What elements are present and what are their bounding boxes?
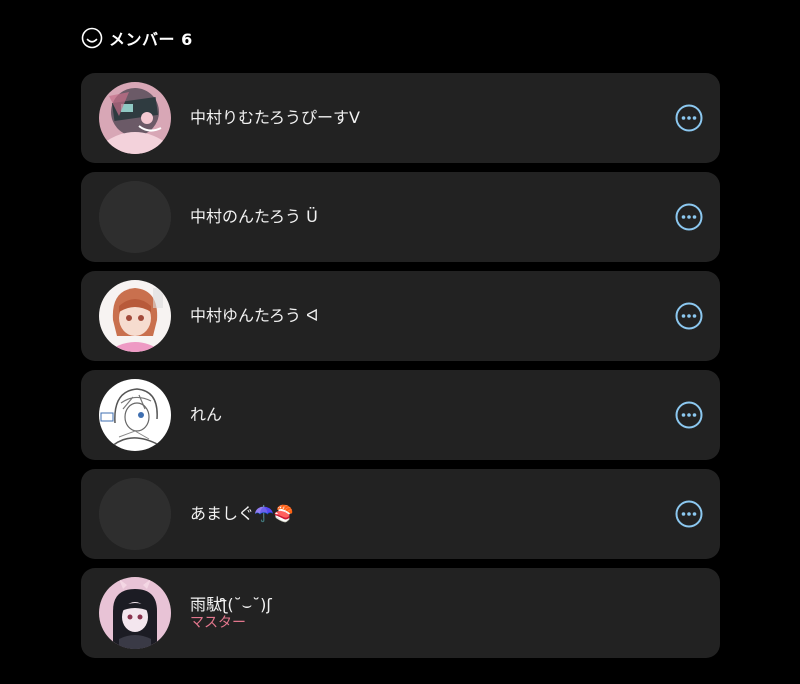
more-options-button[interactable]: [675, 302, 703, 330]
member-text: 中村りむたろうぴーすV: [190, 73, 360, 163]
member-avatar[interactable]: [99, 379, 171, 451]
more-options-icon: [675, 203, 703, 231]
more-options-button[interactable]: [675, 203, 703, 231]
member-name: 中村のんたろう Ü: [190, 207, 318, 226]
member-name: 中村りむたろうぴーすV: [190, 108, 360, 127]
more-options-button[interactable]: [675, 500, 703, 528]
member-name: あましぐ☂️🍣: [190, 504, 294, 523]
member-row[interactable]: れん: [81, 370, 720, 460]
member-text: 中村ゆんたろう ᐊ: [190, 271, 318, 361]
member-role-badge: マスター: [190, 614, 246, 631]
more-options-icon: [675, 401, 703, 429]
more-options-icon: [675, 104, 703, 132]
anime-avatar-bunny-icon: [99, 577, 171, 649]
blank-avatar-icon: [99, 181, 171, 253]
member-name: れん: [190, 405, 223, 424]
more-options-icon: [675, 302, 703, 330]
member-avatar[interactable]: [99, 478, 171, 550]
member-avatar[interactable]: [99, 82, 171, 154]
member-row[interactable]: 雨駄ƪ(˘⌣˘)ʃ マスター: [81, 568, 720, 658]
member-row[interactable]: 中村りむたろうぴーすV: [81, 73, 720, 163]
member-text: あましぐ☂️🍣: [190, 469, 294, 559]
member-list: 中村りむたろうぴーすV 中村のんたろう Ü 中村ゆんたろう ᐊ れん あましぐ☂…: [81, 73, 720, 667]
member-row[interactable]: あましぐ☂️🍣: [81, 469, 720, 559]
member-text: 中村のんたろう Ü: [190, 172, 318, 262]
member-text: 雨駄ƪ(˘⌣˘)ʃ マスター: [190, 568, 272, 658]
anime-avatar-pink-icon: [99, 82, 171, 154]
smile-icon: [81, 27, 103, 49]
anime-avatar-sketch-icon: [99, 379, 171, 451]
member-avatar[interactable]: [99, 280, 171, 352]
member-name: 雨駄ƪ(˘⌣˘)ʃ: [190, 594, 272, 614]
member-name: 中村ゆんたろう ᐊ: [190, 306, 319, 325]
more-options-button[interactable]: [675, 104, 703, 132]
members-title: メンバー 6: [109, 30, 193, 49]
members-header: メンバー 6: [81, 27, 193, 49]
anime-avatar-red-hair-icon: [99, 280, 171, 352]
more-options-icon: [675, 500, 703, 528]
member-avatar[interactable]: [99, 181, 171, 253]
more-options-button[interactable]: [675, 401, 703, 429]
member-row[interactable]: 中村ゆんたろう ᐊ: [81, 271, 720, 361]
member-text: れん: [190, 370, 222, 460]
member-row[interactable]: 中村のんたろう Ü: [81, 172, 720, 262]
blank-avatar-icon: [99, 478, 171, 550]
member-avatar[interactable]: [99, 577, 171, 649]
